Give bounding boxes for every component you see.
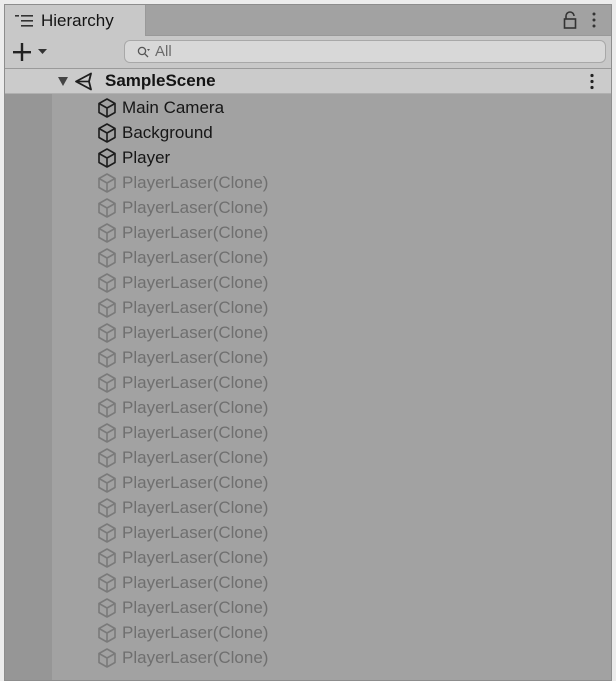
scene-row[interactable]: SampleScene [5, 69, 611, 94]
gameobject-label: PlayerLaser(Clone) [122, 173, 269, 192]
cube-icon [98, 347, 116, 368]
cube-icon [98, 497, 116, 518]
plus-icon [13, 43, 31, 61]
gameobject-row[interactable]: PlayerLaser(Clone) [5, 270, 611, 295]
gameobject-label: PlayerLaser(Clone) [122, 548, 269, 567]
gameobject-row[interactable]: PlayerLaser(Clone) [5, 595, 611, 620]
gameobject-label: PlayerLaser(Clone) [122, 498, 269, 517]
gameobject-label: PlayerLaser(Clone) [122, 448, 269, 467]
gameobject-row[interactable]: PlayerLaser(Clone) [5, 295, 611, 320]
gameobject-label: PlayerLaser(Clone) [122, 648, 269, 667]
cube-icon [98, 447, 116, 468]
cube-icon [98, 622, 116, 643]
cube-icon [98, 472, 116, 493]
gameobject-label: PlayerLaser(Clone) [122, 323, 269, 342]
unity-icon [75, 72, 92, 91]
gameobject-label: PlayerLaser(Clone) [122, 248, 269, 267]
gameobject-row[interactable]: PlayerLaser(Clone) [5, 245, 611, 270]
cube-icon [98, 547, 116, 568]
cube-icon [98, 372, 116, 393]
gameobject-label: Player [122, 148, 171, 167]
gameobject-row[interactable]: PlayerLaser(Clone) [5, 345, 611, 370]
hierarchy-window: Hierarchy All SampleScene Main Camera Ba… [4, 4, 612, 681]
gameobject-label: Background [122, 123, 213, 142]
gameobject-row[interactable]: PlayerLaser(Clone) [5, 170, 611, 195]
cube-icon [98, 272, 116, 293]
gameobject-row[interactable]: PlayerLaser(Clone) [5, 370, 611, 395]
gameobject-row[interactable]: PlayerLaser(Clone) [5, 470, 611, 495]
gameobject-label: PlayerLaser(Clone) [122, 298, 269, 317]
gameobject-row[interactable]: PlayerLaser(Clone) [5, 395, 611, 420]
gameobject-row[interactable]: PlayerLaser(Clone) [5, 495, 611, 520]
cube-icon [98, 422, 116, 443]
list-icon [15, 14, 33, 27]
gameobject-row[interactable]: Background [5, 120, 611, 145]
cube-icon [98, 247, 116, 268]
tab-bar: Hierarchy [5, 5, 611, 36]
cube-icon [98, 647, 116, 668]
scene-menu-icon[interactable] [589, 72, 595, 91]
tab-hierarchy[interactable]: Hierarchy [5, 5, 146, 36]
cube-icon [98, 572, 116, 593]
gameobject-row[interactable]: PlayerLaser(Clone) [5, 570, 611, 595]
search-field[interactable] [124, 40, 606, 63]
gameobject-row[interactable]: PlayerLaser(Clone) [5, 620, 611, 645]
gameobject-row[interactable]: PlayerLaser(Clone) [5, 645, 611, 670]
gameobject-label: PlayerLaser(Clone) [122, 348, 269, 367]
gameobject-label: PlayerLaser(Clone) [122, 473, 269, 492]
cube-icon [98, 222, 116, 243]
hierarchy-tree: SampleScene Main Camera Background Player P… [5, 69, 611, 680]
gameobject-row[interactable]: PlayerLaser(Clone) [5, 320, 611, 345]
gameobject-row[interactable]: PlayerLaser(Clone) [5, 220, 611, 245]
scene-name: SampleScene [105, 71, 216, 90]
gameobject-row[interactable]: Main Camera [5, 95, 611, 120]
gameobject-label: PlayerLaser(Clone) [122, 398, 269, 417]
gameobject-list: Main Camera Background Player PlayerLaser(C… [5, 95, 611, 670]
gameobject-label: PlayerLaser(Clone) [122, 573, 269, 592]
cube-icon [98, 97, 116, 118]
expand-arrow-icon[interactable] [57, 76, 69, 87]
cube-icon [98, 297, 116, 318]
gameobject-row[interactable]: Player [5, 145, 611, 170]
gameobject-label: PlayerLaser(Clone) [122, 523, 269, 542]
cube-icon [98, 322, 116, 343]
add-button[interactable] [11, 41, 51, 63]
cube-icon [98, 597, 116, 618]
gameobject-row[interactable]: PlayerLaser(Clone) [5, 545, 611, 570]
gameobject-label: PlayerLaser(Clone) [122, 598, 269, 617]
gameobject-label: PlayerLaser(Clone) [122, 273, 269, 292]
gameobject-row[interactable]: PlayerLaser(Clone) [5, 445, 611, 470]
cube-icon [98, 522, 116, 543]
cube-icon [98, 122, 116, 143]
lock-icon[interactable] [563, 11, 577, 29]
toolbar [5, 36, 611, 69]
triangle-down-icon [38, 49, 47, 54]
search-input[interactable] [155, 42, 595, 61]
gameobject-label: PlayerLaser(Clone) [122, 198, 269, 217]
search-icon [137, 46, 150, 58]
cube-icon [98, 197, 116, 218]
gameobject-row[interactable]: PlayerLaser(Clone) [5, 520, 611, 545]
vertical-dots-icon[interactable] [591, 10, 597, 30]
gameobject-label: PlayerLaser(Clone) [122, 373, 269, 392]
gameobject-row[interactable]: PlayerLaser(Clone) [5, 420, 611, 445]
gameobject-row[interactable]: PlayerLaser(Clone) [5, 195, 611, 220]
cube-icon [98, 397, 116, 418]
gameobject-label: PlayerLaser(Clone) [122, 423, 269, 442]
gameobject-label: PlayerLaser(Clone) [122, 223, 269, 242]
cube-icon [98, 172, 116, 193]
gameobject-label: PlayerLaser(Clone) [122, 623, 269, 642]
gameobject-label: Main Camera [122, 98, 225, 117]
cube-icon [98, 147, 116, 168]
tab-label: Hierarchy [41, 10, 114, 30]
